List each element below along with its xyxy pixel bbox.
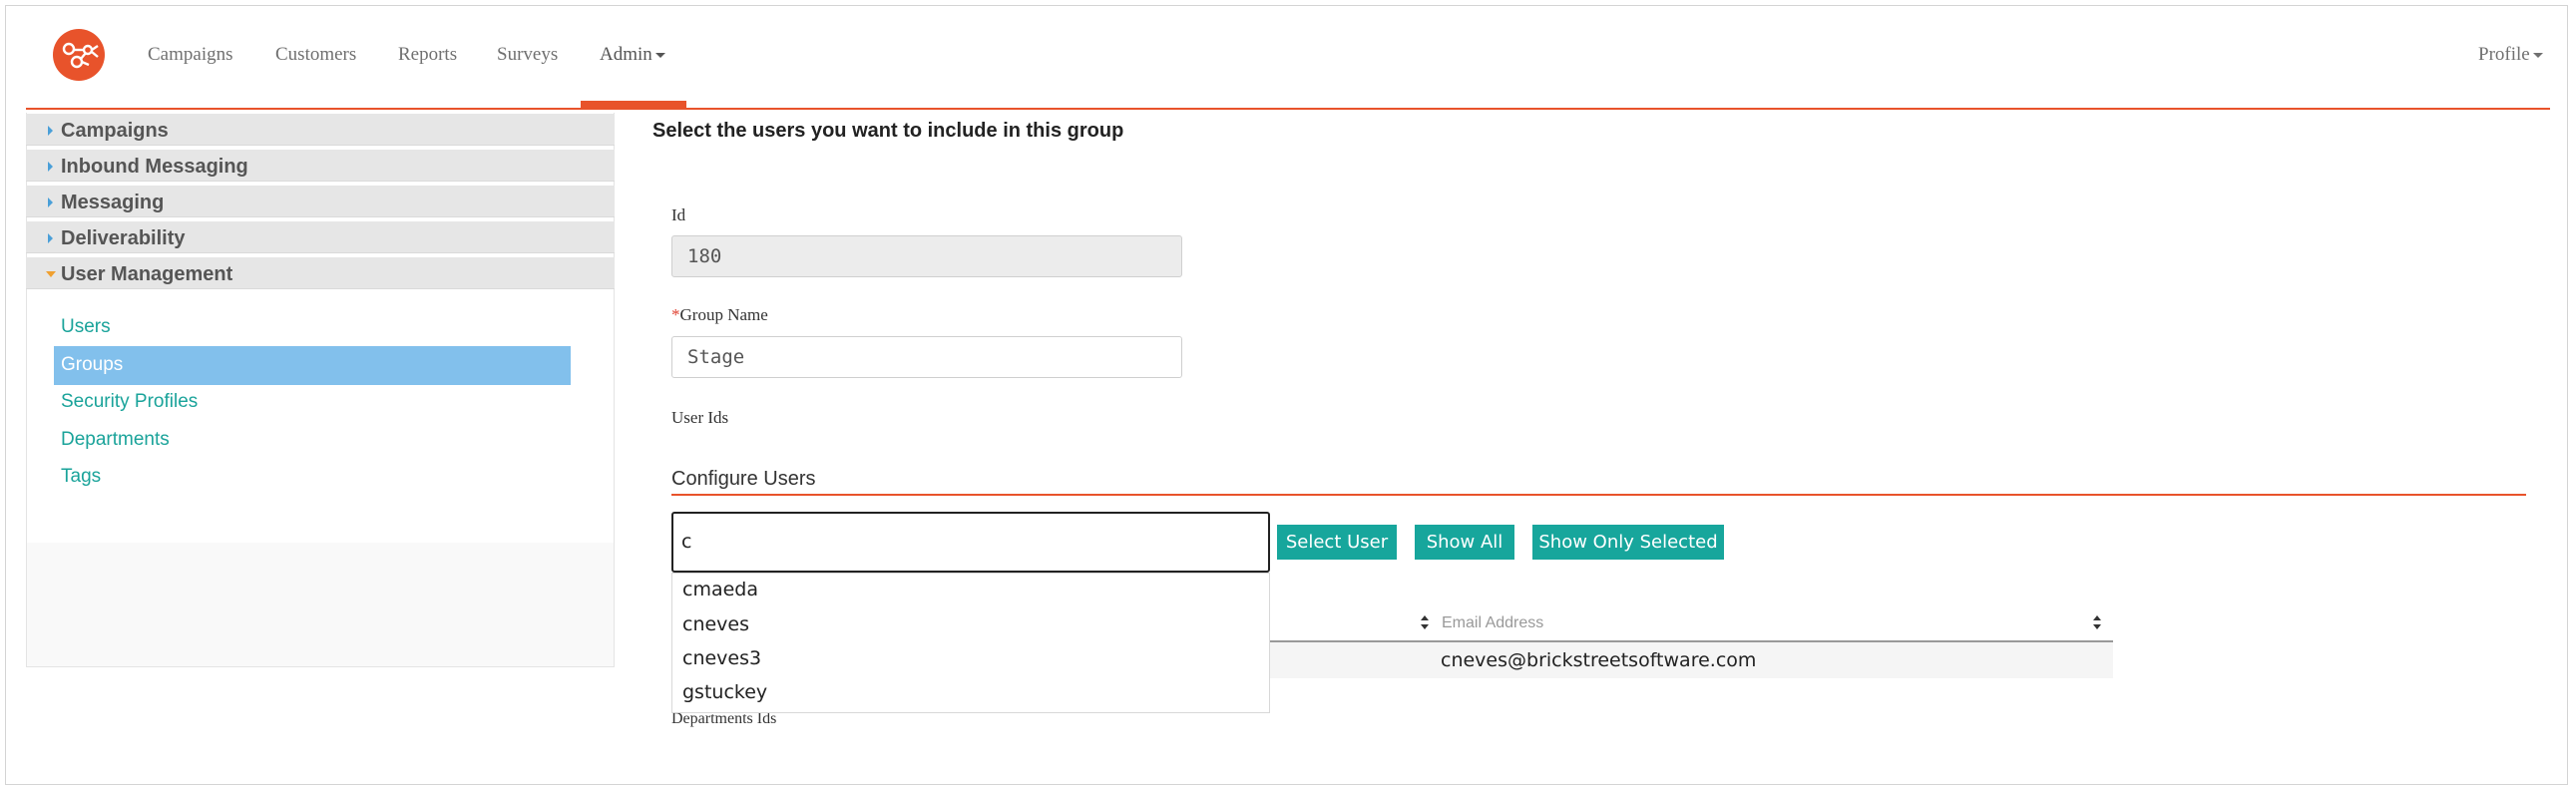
nav-divider bbox=[26, 108, 2550, 110]
sidebar-section-user-management[interactable]: User Management bbox=[26, 257, 615, 289]
sidebar-item-departments[interactable]: Departments bbox=[61, 429, 170, 451]
autocomplete-option[interactable]: cneves3 bbox=[682, 647, 761, 669]
sidebar-section-label: Inbound Messaging bbox=[61, 156, 248, 178]
autocomplete-dropdown: cmaeda cneves cneves3 gstuckey bbox=[671, 573, 1270, 713]
sort-icon[interactable] bbox=[1420, 614, 1430, 630]
group-name-input[interactable]: Stage bbox=[671, 336, 1182, 378]
autocomplete-option[interactable]: cmaeda bbox=[682, 579, 758, 600]
sidebar-section-inbound-messaging[interactable]: Inbound Messaging bbox=[26, 150, 615, 182]
group-name-label: *Group Name bbox=[671, 305, 768, 325]
sidebar-item-label: Groups bbox=[61, 354, 124, 375]
nav-surveys[interactable]: Surveys bbox=[497, 44, 558, 66]
sort-icon[interactable] bbox=[2092, 614, 2102, 630]
sidebar-item-users[interactable]: Users bbox=[61, 316, 111, 338]
sidebar-item-groups[interactable]: Groups bbox=[54, 346, 571, 385]
group-name-label-text: Group Name bbox=[679, 305, 768, 324]
chevron-down-icon bbox=[654, 53, 665, 59]
caret-right-icon bbox=[48, 198, 53, 207]
caret-right-icon bbox=[48, 233, 53, 243]
sidebar-item-tags[interactable]: Tags bbox=[61, 466, 101, 488]
configure-users-heading: Configure Users bbox=[671, 468, 816, 490]
sidebar-section-messaging[interactable]: Messaging bbox=[26, 186, 615, 217]
active-nav-indicator bbox=[581, 101, 686, 108]
id-label: Id bbox=[671, 205, 686, 224]
sidebar-footer-area bbox=[27, 543, 614, 666]
email-cell: cneves@brickstreetsoftware.com bbox=[1441, 649, 1757, 671]
autocomplete-option[interactable]: cneves bbox=[682, 613, 749, 635]
caret-down-icon bbox=[46, 271, 56, 277]
logo-icon bbox=[62, 42, 99, 69]
chevron-down-icon bbox=[2532, 53, 2543, 59]
show-all-button[interactable]: Show All bbox=[1415, 525, 1514, 560]
page-title: Select the users you want to include in … bbox=[652, 120, 1124, 142]
nav-admin-label: Admin bbox=[600, 44, 652, 65]
select-user-button[interactable]: Select User bbox=[1277, 525, 1397, 560]
caret-right-icon bbox=[48, 126, 53, 136]
id-field: 180 bbox=[671, 235, 1182, 277]
profile-label: Profile bbox=[2478, 44, 2530, 65]
sidebar-item-security-profiles[interactable]: Security Profiles bbox=[61, 391, 198, 413]
profile-menu[interactable]: Profile bbox=[2478, 44, 2543, 66]
nav-customers[interactable]: Customers bbox=[275, 44, 356, 66]
caret-right-icon bbox=[48, 162, 53, 172]
sidebar-section-label: User Management bbox=[61, 263, 233, 285]
configure-divider bbox=[671, 494, 2526, 496]
nav-reports[interactable]: Reports bbox=[398, 44, 457, 66]
sidebar-section-label: Campaigns bbox=[61, 120, 169, 142]
autocomplete-option[interactable]: gstuckey bbox=[682, 681, 767, 703]
user-ids-label: User Ids bbox=[671, 408, 729, 427]
sidebar-section-label: Messaging bbox=[61, 192, 165, 213]
nav-campaigns[interactable]: Campaigns bbox=[148, 44, 233, 66]
required-marker: * bbox=[671, 305, 680, 324]
sidebar-section-campaigns[interactable]: Campaigns bbox=[26, 114, 615, 146]
sidebar-section-deliverability[interactable]: Deliverability bbox=[26, 221, 615, 253]
user-search-input[interactable]: c bbox=[671, 512, 1270, 573]
show-only-selected-button[interactable]: Show Only Selected bbox=[1532, 525, 1724, 560]
email-column-header[interactable]: Email Address bbox=[1442, 614, 1543, 632]
sidebar-section-label: Deliverability bbox=[61, 227, 186, 249]
nav-admin[interactable]: Admin bbox=[600, 44, 665, 66]
brand-logo[interactable] bbox=[53, 29, 105, 81]
